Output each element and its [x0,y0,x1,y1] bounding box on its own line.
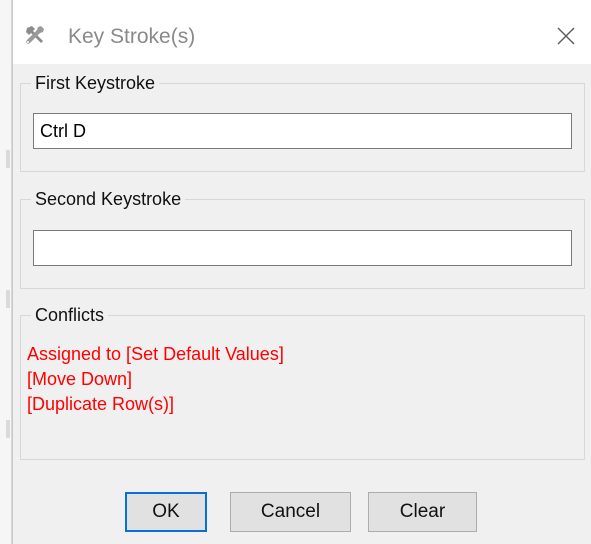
ok-button[interactable]: OK [125,492,207,532]
cancel-button[interactable]: Cancel [230,492,351,532]
background-marker [6,420,10,438]
conflict-line: Assigned to [Set Default Values] [27,344,284,364]
background-marker [6,150,10,168]
tools-icon [26,26,44,44]
second-keystroke-label: Second Keystroke [35,189,182,209]
conflict-line: [Move Down] [27,369,133,389]
title-bar[interactable]: Key Stroke(s) [13,0,591,64]
keystroke-dialog: Key Stroke(s) First Keystroke Second Key… [12,0,591,544]
first-keystroke-label: First Keystroke [35,73,156,93]
conflict-line: [Duplicate Row(s)] [27,394,175,414]
conflicts-list: Assigned to [Set Default Values] [Move D… [27,342,284,417]
conflicts-label: Conflicts [35,305,105,325]
second-keystroke-input[interactable] [33,230,572,266]
background-window-edge [0,0,12,544]
clear-button[interactable]: Clear [368,492,477,532]
background-marker [6,290,10,308]
dialog-title: Key Stroke(s) [68,25,196,48]
screen: Key Stroke(s) First Keystroke Second Key… [0,0,591,544]
close-icon[interactable] [554,24,578,48]
first-keystroke-input[interactable] [33,113,572,149]
